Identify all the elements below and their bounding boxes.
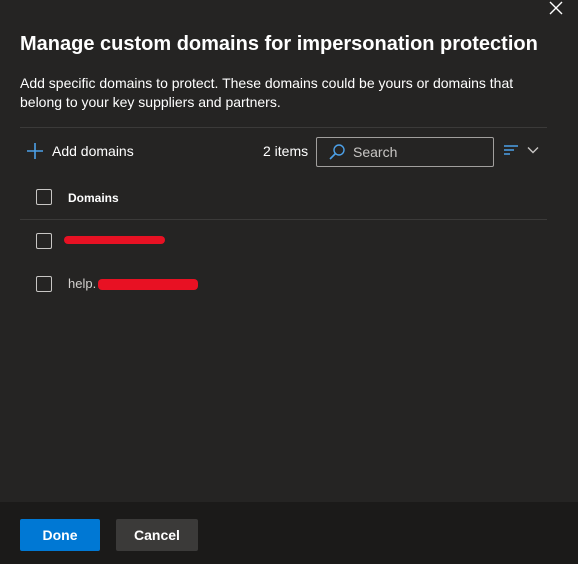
view-options-button[interactable] bbox=[503, 141, 543, 159]
panel-title: Manage custom domains for impersonation … bbox=[20, 33, 538, 55]
top-divider bbox=[20, 127, 547, 128]
panel-description: Add specific domains to protect. These d… bbox=[20, 75, 514, 110]
cancel-button[interactable]: Cancel bbox=[116, 519, 198, 551]
redaction-mark bbox=[64, 236, 165, 244]
add-domains-button[interactable]: Add domains bbox=[26, 141, 134, 161]
select-all-checkbox[interactable] bbox=[36, 189, 52, 205]
domain-cell: help. bbox=[68, 276, 97, 291]
search-icon bbox=[329, 144, 345, 160]
row-checkbox[interactable] bbox=[36, 233, 52, 249]
row-checkbox[interactable] bbox=[36, 276, 52, 292]
add-domains-label: Add domains bbox=[52, 143, 134, 159]
manage-domains-panel: Manage custom domains for impersonation … bbox=[0, 0, 578, 564]
search-input[interactable] bbox=[353, 144, 483, 160]
search-box[interactable] bbox=[316, 137, 494, 167]
close-button[interactable] bbox=[546, 0, 566, 16]
chevron-down-icon bbox=[527, 147, 539, 154]
header-divider bbox=[20, 219, 547, 220]
item-count: 2 items bbox=[263, 143, 309, 159]
close-icon bbox=[549, 1, 563, 15]
column-header-domains: Domains bbox=[68, 191, 119, 205]
redaction-mark bbox=[98, 279, 198, 290]
done-button[interactable]: Done bbox=[20, 519, 100, 551]
panel-footer: Done Cancel bbox=[0, 502, 578, 564]
list-view-icon bbox=[504, 145, 518, 155]
add-icon bbox=[27, 143, 43, 159]
